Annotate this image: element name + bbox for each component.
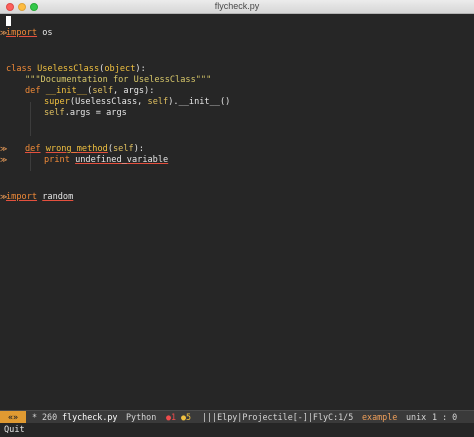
flycheck-warning-count[interactable]: ●5 [181,411,191,423]
mode-line: «» * 260 flycheck.py Python ●1 ●5 |||Elp… [0,410,474,423]
code-line-class-def[interactable]: class UselessClass(object): [0,64,146,75]
code-text: ).__init__() [168,97,231,107]
title-bar: flycheck.py [0,0,474,14]
class-name: UselessClass [37,64,100,74]
minibuffer[interactable]: Quit [0,423,474,437]
window-title: flycheck.py [214,1,260,11]
self-param: self [113,144,134,154]
buffer-name[interactable]: flycheck.py [62,411,117,423]
module-name: random [42,192,74,202]
self-ref: self [147,97,169,107]
method-name: __init__ [45,86,88,96]
paren: ): [135,64,146,74]
editor-buffer[interactable]: ≫ import os class UselessClass(object): … [0,14,474,410]
params: , args): [113,86,155,96]
keyword: import [6,192,38,202]
keyword: def [25,86,41,96]
class-ref: UselessClass [75,97,138,107]
code-line-assign[interactable]: self.args = args [0,108,127,119]
keyword: def [25,144,41,154]
encoding-indicator: unix [406,412,427,422]
buffer-size: 260 [42,412,58,422]
self-ref: self [44,108,65,118]
keyword: import [6,28,38,38]
perspective-name[interactable]: example [362,411,397,423]
code-line-init-def[interactable]: def __init__(self, args): [0,86,154,97]
builtin-super: super [44,97,70,107]
flycheck-fringe-icon: ≫ [0,156,8,164]
flycheck-error-count[interactable]: ●1 [166,411,176,423]
cursor-position: 1 : 0 [432,412,458,422]
paren: ): [133,144,145,154]
method-name: wrong_method [45,144,108,154]
text-cursor [6,16,11,26]
code-line-docstring[interactable]: """Documentation for UselessClass""" [0,75,211,86]
flycheck-fringe-icon: ≫ [0,145,8,153]
emacs-window: flycheck.py ≫ import os class UselessCla… [0,0,474,437]
undefined-variable: undefined_variable [75,155,169,165]
code-text: os [37,28,53,38]
code-line-super-call[interactable]: super(UselessClass, self).__init__() [0,97,230,108]
separator: , [137,97,148,107]
code-text: .args = args [64,108,127,118]
modified-indicator: * [32,412,38,422]
code-line-import-random[interactable]: ≫ import random [0,192,73,203]
code-line-print[interactable]: ≫ print undefined_variable [0,155,168,166]
keyword: class [6,64,32,74]
window-number-badge[interactable]: «» [0,411,26,423]
code-line-import-os[interactable]: ≫ import os [0,28,53,39]
major-mode[interactable]: Python [126,411,156,423]
minor-modes[interactable]: |||Elpy|Projectile[-]|FlyC:1/5 [202,411,353,423]
base-class: object [104,64,136,74]
docstring: """Documentation for UselessClass""" [25,75,212,85]
self-param: self [92,86,114,96]
code-line-wrong-method[interactable]: ≫ def wrong_method(self): [0,144,144,155]
keyword: print [44,155,70,165]
